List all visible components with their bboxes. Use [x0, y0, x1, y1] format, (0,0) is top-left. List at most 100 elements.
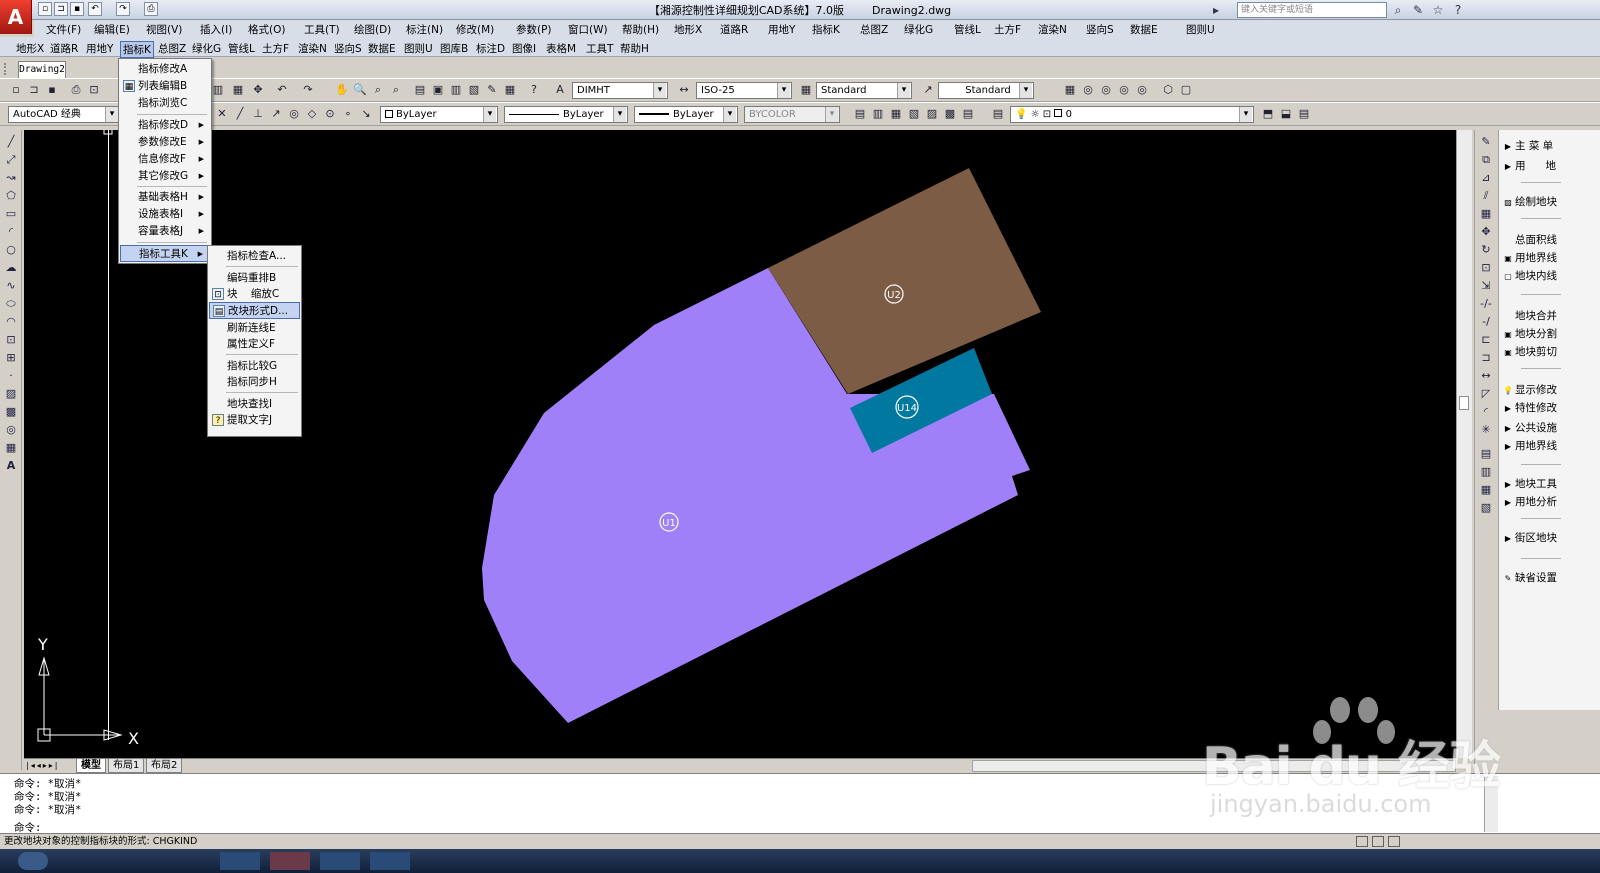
make-current-layer-icon[interactable]: ⬒	[1260, 106, 1276, 122]
menu-item[interactable]: 管线L	[954, 22, 981, 37]
search-input[interactable]: 键入关键字或短语	[1237, 2, 1387, 18]
erase-icon[interactable]: ✕	[214, 106, 230, 122]
ellipse-arc-icon[interactable]: ◠	[3, 314, 19, 330]
point-icon[interactable]: ·	[3, 368, 19, 384]
tray-icon-3[interactable]	[1388, 836, 1400, 847]
print-icon[interactable]: ⎙	[68, 82, 84, 98]
text-style-select[interactable]: DIMHT	[572, 82, 668, 99]
dropdown-item[interactable]: 设施表格I ▶	[120, 206, 210, 223]
taskbar-app-2[interactable]	[270, 852, 310, 870]
menu-item[interactable]: 管线L	[228, 41, 255, 56]
extend-icon[interactable]: ⊥	[250, 106, 266, 122]
design-center-icon[interactable]: ▣	[430, 82, 446, 98]
save-icon[interactable]: ▪	[44, 82, 60, 98]
realtime-pan-icon[interactable]: ✋	[334, 82, 350, 98]
submenu-item[interactable]: 属性定义F	[209, 336, 300, 353]
tab-drawing2[interactable]: Drawing2	[18, 61, 66, 78]
menu-item[interactable]: 指标K	[812, 22, 840, 37]
tab-layout1[interactable]: 布局1	[108, 759, 145, 773]
submenu-item[interactable]: 刷新连线E	[209, 320, 300, 337]
object-tool-4-icon[interactable]: ▧	[1478, 500, 1494, 516]
rotate-icon[interactable]: ↻	[1478, 242, 1494, 258]
view-iso-icon[interactable]: ◎	[1134, 82, 1150, 98]
menu-item[interactable]: 地形X	[674, 22, 702, 37]
dropdown-item[interactable]: 指标修改D ▶	[120, 117, 210, 134]
object-tool-2-icon[interactable]: ▥	[1478, 464, 1494, 480]
submenu-item[interactable]: 地块查找I	[209, 396, 300, 413]
snap-icon[interactable]: ⊙	[322, 106, 338, 122]
menu-item[interactable]: 用地Y	[768, 22, 795, 37]
menu-item[interactable]: 竖向S	[1086, 22, 1114, 37]
markup-icon[interactable]: ✎	[484, 82, 500, 98]
preview-icon[interactable]: ⊡	[86, 82, 102, 98]
extend-modify-icon[interactable]: -/	[1478, 314, 1494, 330]
line-tool-icon[interactable]: ╱	[232, 106, 248, 122]
menu-item[interactable]: 插入(I)	[200, 22, 232, 37]
screen-menu-item[interactable]: ▢ 地块内线	[1501, 268, 1599, 284]
erase-modify-icon[interactable]: ✎	[1478, 134, 1494, 150]
menu-item[interactable]: 标注(N)	[406, 22, 443, 37]
submenu-item[interactable]: 指标比较G	[209, 358, 300, 375]
screen-menu-item[interactable]: ▶ 主 菜 单	[1501, 138, 1599, 154]
wrench-icon[interactable]: ✎	[1410, 2, 1426, 18]
dropdown-item[interactable]: 指标浏览C	[120, 95, 210, 112]
menu-item[interactable]: 格式(O)	[248, 22, 285, 37]
copy-icon[interactable]: ⧉	[1478, 152, 1494, 168]
mleader-style-select[interactable]: Standard	[938, 82, 1034, 99]
view-front-icon[interactable]: ◎	[1080, 82, 1096, 98]
osnap-icon[interactable]: ◇	[304, 106, 320, 122]
menu-item[interactable]: 地形X	[16, 41, 44, 56]
table-style-select[interactable]: Standard	[816, 82, 912, 99]
star-icon[interactable]: ☆	[1430, 2, 1446, 18]
help-toolbar-icon[interactable]: ?	[526, 82, 542, 98]
menu-item[interactable]: 视图(V)	[146, 22, 182, 37]
3d-orbit-icon[interactable]: ⬡	[1160, 82, 1176, 98]
menu-item[interactable]: 图库B	[440, 41, 468, 56]
menu-item[interactable]: 工具T	[586, 41, 613, 56]
mirror-icon[interactable]: ⊿	[1478, 170, 1494, 186]
redo-toolbar-icon[interactable]: ↷	[300, 82, 316, 98]
measure-icon[interactable]: ↘	[358, 106, 374, 122]
layer-tool-6-icon[interactable]: ▩	[942, 106, 958, 122]
layer-previous-icon[interactable]: ⬓	[1278, 106, 1294, 122]
rectangle-icon[interactable]: ▭	[3, 206, 19, 222]
screen-menu-item[interactable]: ▣ 地块剪切	[1501, 344, 1599, 360]
tab-model[interactable]: 模型	[76, 759, 106, 773]
tray-icon-1[interactable]	[1356, 836, 1368, 847]
submenu-item-change-block-highlighted[interactable]: 改块形式D... ▤	[209, 302, 300, 319]
tab-layout2[interactable]: 布局2	[146, 759, 183, 773]
dropdown-item[interactable]: 基础表格H ▶	[120, 189, 210, 206]
menu-item[interactable]: 竖向S	[334, 41, 362, 56]
vertical-scrollbar[interactable]	[1456, 130, 1472, 758]
menu-item[interactable]: 道路R	[720, 22, 748, 37]
offset-icon[interactable]: ⫽	[1478, 188, 1494, 204]
menu-item[interactable]: 道路R	[50, 41, 78, 56]
open-icon[interactable]: ⊐	[26, 82, 42, 98]
trim-icon[interactable]: -/-	[1478, 296, 1494, 312]
tray-icon-2[interactable]	[1372, 836, 1384, 847]
properties-icon[interactable]: ▤	[412, 82, 428, 98]
screen-menu-item[interactable]: ▶ 公共设施	[1501, 420, 1599, 436]
view-right-icon[interactable]: ◎	[1116, 82, 1132, 98]
menu-item[interactable]: 修改(M)	[456, 22, 494, 37]
chamfer-icon[interactable]: ◸	[1478, 386, 1494, 402]
layer-tool-3-icon[interactable]: ▦	[888, 106, 904, 122]
layer-tool-7-icon[interactable]: ▤	[960, 106, 976, 122]
table-style-icon[interactable]: ▦	[798, 82, 814, 98]
revcloud-icon[interactable]: ☁	[3, 260, 19, 276]
zoom-window-icon[interactable]: ⌕	[370, 82, 386, 98]
explode-icon[interactable]: ✳	[1478, 422, 1494, 438]
drawing-canvas[interactable]: U1 U2 U14 Y X	[24, 130, 1456, 758]
dot-icon[interactable]: ∘	[340, 106, 356, 122]
pan-icon[interactable]: ✥	[250, 82, 266, 98]
spline-icon[interactable]: ∿	[3, 278, 19, 294]
layer-states-icon[interactable]: ▤	[1296, 106, 1312, 122]
fillet-icon[interactable]: ◜	[1478, 404, 1494, 420]
expand-icon[interactable]: ▸	[1208, 2, 1224, 18]
plotstyle-select[interactable]: BYCOLOR	[744, 106, 840, 123]
text-style-icon[interactable]: A	[552, 82, 568, 98]
construction-line-icon[interactable]: ⤢	[3, 152, 19, 168]
dropdown-item[interactable]: 列表编辑B ▦	[120, 78, 210, 95]
menu-item[interactable]: 参数(P)	[516, 22, 552, 37]
layer-manager-icon[interactable]: ▤	[990, 106, 1006, 122]
